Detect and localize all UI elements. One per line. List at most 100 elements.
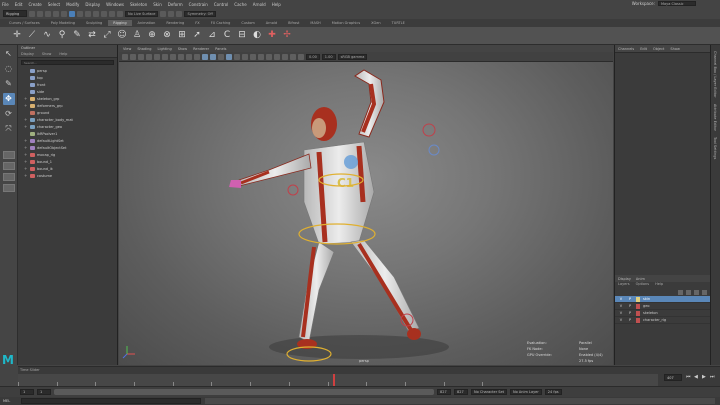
snap-point-icon[interactable]	[109, 10, 115, 17]
ik-spline-icon[interactable]: ∿	[42, 30, 52, 41]
side-tab-attribute-editor[interactable]: Attribute Editor	[713, 104, 717, 131]
expand-arrow-icon[interactable]: +	[24, 145, 28, 150]
layer-color-swatch[interactable]	[636, 303, 640, 309]
cb-menu-edit[interactable]: Edit	[640, 47, 647, 51]
display-layer-row[interactable]: V Pcharacter_rig	[615, 317, 711, 324]
shelf-tab-arnold[interactable]: Arnold	[261, 20, 282, 26]
command-language-label[interactable]: MEL	[3, 399, 17, 403]
camera-attributes-icon[interactable]	[130, 53, 136, 60]
menu-control[interactable]: Control	[214, 2, 228, 7]
parent-constraint-icon[interactable]: ⊞	[177, 30, 187, 41]
layer-color-swatch[interactable]	[636, 310, 640, 316]
grid-icon[interactable]	[154, 53, 160, 60]
shadows-icon[interactable]	[242, 53, 248, 60]
outliner-item[interactable]: side	[18, 88, 117, 95]
shelf-tab-fx[interactable]: FX	[190, 20, 204, 26]
current-time-indicator[interactable]	[332, 374, 335, 386]
render-frame-icon[interactable]	[168, 10, 175, 17]
lattice-icon[interactable]: ⊟	[237, 30, 247, 41]
current-frame-field[interactable]: 407	[664, 374, 682, 381]
isolate-select-icon[interactable]	[282, 53, 288, 60]
layer-visibility-toggle[interactable]: V	[618, 297, 624, 301]
shelf-tab-poly[interactable]: Poly Modeling	[46, 20, 80, 26]
shelf-tab-xgen[interactable]: XGen	[366, 20, 385, 26]
create-joint-icon[interactable]: ✛	[12, 30, 22, 41]
expand-arrow-icon[interactable]: +	[24, 173, 28, 178]
cluster-icon[interactable]: C	[222, 30, 232, 41]
anti-aliasing-icon[interactable]	[266, 53, 272, 60]
play-backwards-icon[interactable]: ◀	[694, 374, 698, 380]
wireframe-icon[interactable]	[202, 53, 208, 60]
four-pane-layout-icon[interactable]	[2, 162, 15, 170]
shelf-tab-bifrost[interactable]: Bifrost	[283, 20, 304, 26]
outliner-item[interactable]: + mocap_rig	[18, 151, 117, 158]
outliner-item[interactable]: + defaultObjectSet	[18, 144, 117, 151]
outliner-item[interactable]: + skeleton_grp	[18, 95, 117, 102]
vp-menu-show[interactable]: Show	[178, 47, 187, 51]
gamma-field[interactable]: 1.00	[321, 53, 336, 60]
range-start-field[interactable]: 1	[37, 389, 51, 395]
menu-windows[interactable]: Windows	[106, 2, 124, 7]
layer-visibility-toggle[interactable]: V	[618, 318, 624, 322]
move-tool-icon[interactable]: ✥	[2, 93, 15, 105]
menu-skeleton[interactable]: Skeleton	[130, 2, 147, 7]
display-layer-row[interactable]: V Pskeleton	[615, 310, 711, 317]
snap-plane-icon[interactable]	[117, 10, 123, 17]
textured-icon[interactable]	[226, 53, 232, 60]
undo-icon[interactable]	[53, 10, 59, 17]
time-slider[interactable]: Time Slider 407 ⏮ ◀ ▶ ⏭	[18, 366, 720, 386]
layer-menu-layers[interactable]: Layers	[618, 282, 630, 288]
new-layer-selected-icon[interactable]	[702, 289, 707, 295]
side-tab-tool-settings[interactable]: Tool Settings	[713, 137, 717, 159]
resolution-gate-icon[interactable]	[170, 53, 176, 60]
paint-select-icon[interactable]: ✎	[3, 78, 15, 90]
layer-playback-toggle[interactable]: P	[627, 311, 633, 315]
layer-playback-toggle[interactable]: P	[627, 318, 633, 322]
end-frame-field[interactable]: 827	[454, 389, 468, 395]
side-tab-channel-box[interactable]: Channel Box / Layer Editor	[713, 51, 717, 98]
menu-select[interactable]: Select	[48, 2, 60, 7]
move-layer-up-icon[interactable]	[678, 289, 683, 295]
blend-shape-icon[interactable]: ◐	[252, 30, 262, 41]
workspace-dropdown[interactable]: Maya Classic	[658, 1, 696, 6]
rotate-tool-icon[interactable]: ⟳	[3, 108, 15, 120]
outliner-item[interactable]: + character_body_mat	[18, 116, 117, 123]
exposure-field[interactable]: 0.00	[306, 53, 320, 60]
two-pane-layout-icon[interactable]	[2, 173, 15, 181]
outliner-item[interactable]: front	[18, 81, 117, 88]
locator-control[interactable]	[428, 144, 440, 156]
field-chart-icon[interactable]	[186, 53, 192, 60]
layer-color-swatch[interactable]	[636, 317, 640, 323]
menu-file[interactable]: File	[2, 2, 9, 7]
symmetry-field[interactable]: Symmetry: Off	[184, 10, 216, 17]
vp-menu-lighting[interactable]: Lighting	[158, 47, 172, 51]
menu-constrain[interactable]: Constrain	[189, 2, 208, 7]
menu-modify[interactable]: Modify	[66, 2, 79, 7]
cb-menu-object[interactable]: Object	[653, 47, 664, 51]
vp-menu-shading[interactable]: Shading	[137, 47, 151, 51]
expand-arrow-icon[interactable]: +	[24, 152, 28, 157]
outliner-item[interactable]: ground	[18, 109, 117, 116]
shelf-tab-fx-caching[interactable]: FX Caching	[206, 20, 236, 26]
scale-tool-icon[interactable]: ⤧	[3, 123, 15, 135]
expand-arrow-icon[interactable]: +	[24, 166, 28, 171]
shelf-tab-curves[interactable]: Curves / Surfaces	[4, 20, 45, 26]
bookmark-icon[interactable]	[138, 53, 144, 60]
menu-set-dropdown[interactable]: Rigging	[3, 10, 27, 17]
ipr-render-icon[interactable]	[176, 10, 183, 17]
outliner-search-input[interactable]: Search...	[21, 60, 114, 65]
menu-edit[interactable]: Edit	[15, 2, 23, 7]
menu-deform[interactable]: Deform	[168, 2, 183, 7]
outliner-item[interactable]: + defaultLightSet	[18, 137, 117, 144]
xray-joints-icon[interactable]	[298, 53, 304, 60]
expand-arrow-icon[interactable]: +	[24, 103, 28, 108]
quick-rig-icon[interactable]: ☺	[117, 30, 127, 41]
film-gate-icon[interactable]	[162, 53, 168, 60]
motion-blur-icon[interactable]	[258, 53, 264, 60]
shelf-tab-sculpting[interactable]: Sculpting	[81, 20, 107, 26]
live-surface-field[interactable]: No Live Surface	[125, 10, 159, 17]
3d-viewport[interactable]: C1 Evaluation: Parallel FK Node: None GP…	[119, 62, 613, 365]
expand-arrow-icon[interactable]: +	[24, 117, 28, 122]
outliner-item[interactable]: + costume	[18, 172, 117, 179]
bind-skin-icon[interactable]: ⚲	[57, 30, 67, 41]
